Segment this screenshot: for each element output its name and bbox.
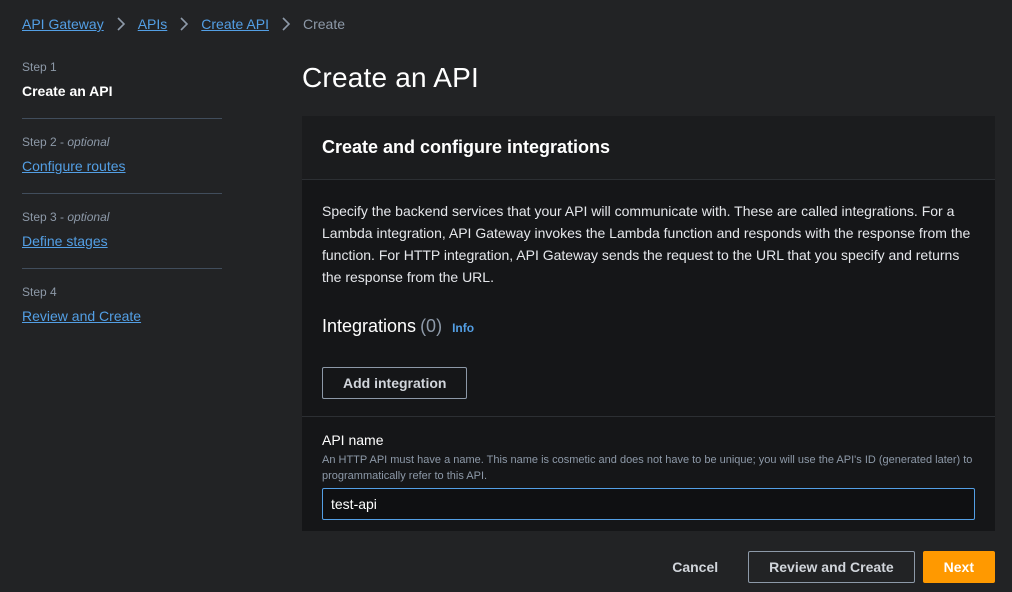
api-name-section: API name An HTTP API must have a name. T… xyxy=(322,432,975,520)
breadcrumb-current: Create xyxy=(302,16,346,32)
step-link-review-create[interactable]: Review and Create xyxy=(22,308,141,324)
step-number: Step 3 - optional xyxy=(22,210,110,224)
step-3: Step 3 - optional Define stages xyxy=(22,210,222,269)
step-2: Step 2 - optional Configure routes xyxy=(22,135,222,194)
step-link-configure-routes[interactable]: Configure routes xyxy=(22,158,126,174)
next-button[interactable]: Next xyxy=(922,551,995,583)
wizard-footer: Cancel Review and Create Next xyxy=(652,551,995,583)
page-title: Create an API xyxy=(302,62,479,93)
integrations-count: (0) xyxy=(420,316,443,336)
integrations-heading: Integrations (0) Info xyxy=(322,316,975,337)
step-number: Step 2 - optional xyxy=(22,135,110,149)
step-title-active: Create an API xyxy=(22,83,113,99)
add-integration-button[interactable]: Add integration xyxy=(322,367,468,399)
panel-body: Specify the backend services that your A… xyxy=(302,180,995,399)
panel-title: Create and configure integrations xyxy=(322,137,611,157)
api-name-label: API name xyxy=(322,432,384,448)
chevron-right-icon xyxy=(281,17,291,31)
integrations-title: Integrations xyxy=(322,316,417,336)
cancel-button[interactable]: Cancel xyxy=(652,551,738,583)
integrations-panel: Create and configure integrations Specif… xyxy=(302,116,995,531)
chevron-right-icon xyxy=(179,17,189,31)
breadcrumb: API Gateway APIs Create API Create xyxy=(22,15,345,33)
breadcrumb-create-api[interactable]: Create API xyxy=(201,16,269,32)
step-number: Step 1 xyxy=(22,60,57,74)
api-name-hint: An HTTP API must have a name. This name … xyxy=(322,454,973,482)
wizard-steps: Step 1 Create an API Step 2 - optional C… xyxy=(22,60,222,360)
step-1: Step 1 Create an API xyxy=(22,60,222,119)
integrations-description: Specify the backend services that your A… xyxy=(322,203,971,285)
review-and-create-button[interactable]: Review and Create xyxy=(748,551,915,583)
breadcrumb-apis[interactable]: APIs xyxy=(138,16,168,32)
step-link-define-stages[interactable]: Define stages xyxy=(22,233,108,249)
panel-header: Create and configure integrations xyxy=(302,116,995,180)
info-link[interactable]: Info xyxy=(452,321,474,335)
chevron-right-icon xyxy=(116,17,126,31)
step-4: Step 4 Review and Create xyxy=(22,285,222,344)
section-divider xyxy=(302,416,995,417)
api-name-input[interactable] xyxy=(322,488,975,520)
breadcrumb-api-gateway[interactable]: API Gateway xyxy=(22,16,104,32)
step-number: Step 4 xyxy=(22,285,57,299)
